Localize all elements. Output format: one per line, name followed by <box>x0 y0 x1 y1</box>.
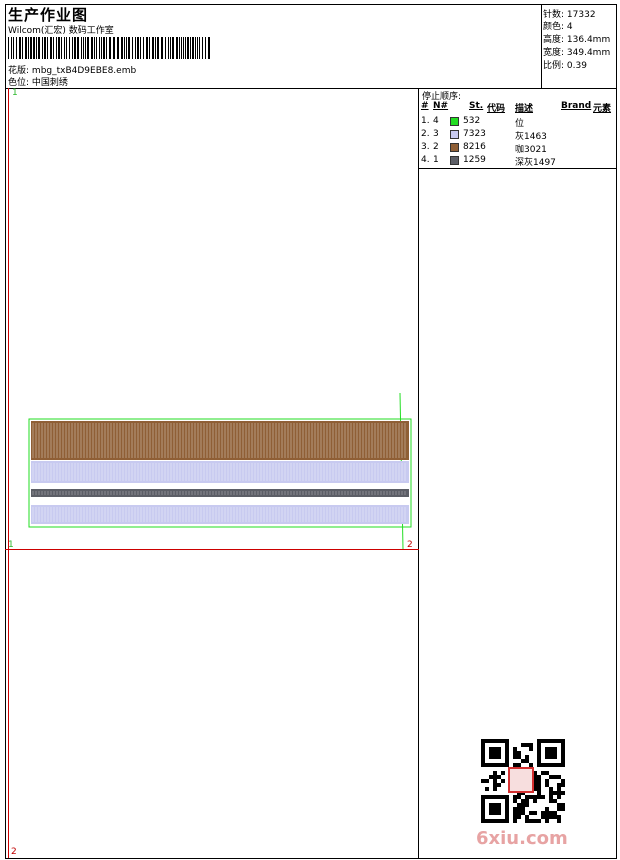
lavender-fill-band <box>31 461 409 483</box>
watermark: 6xiu.com <box>476 828 568 849</box>
white-gap-band <box>31 483 409 489</box>
embroidery-preview <box>28 392 412 550</box>
white-gap-band <box>31 497 409 505</box>
seal-stamp-icon <box>508 767 534 793</box>
dark-gray-satin-band <box>31 489 409 497</box>
brown-fill-band <box>31 421 409 460</box>
lavender-fill-band-lower <box>31 505 409 524</box>
